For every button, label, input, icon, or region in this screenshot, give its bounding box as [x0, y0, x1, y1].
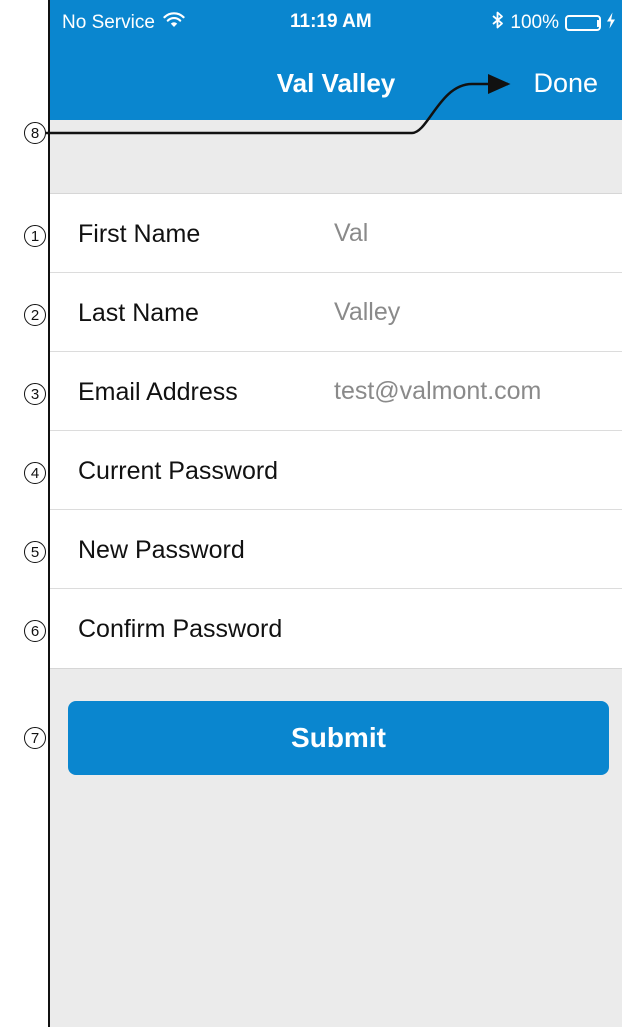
- charging-icon: [606, 12, 616, 35]
- first-name-label: First Name: [78, 220, 201, 248]
- navigation-bar: Val Valley Done: [50, 46, 622, 120]
- done-button[interactable]: Done: [533, 68, 598, 99]
- battery-icon: [565, 15, 601, 31]
- callout-5: 5: [24, 541, 46, 563]
- confirm-password-field[interactable]: [332, 613, 606, 644]
- callout-6: 6: [24, 620, 46, 642]
- last-name-row[interactable]: Last Name: [50, 273, 622, 352]
- callout-7: 7: [24, 727, 46, 749]
- carrier-label: No Service: [62, 11, 155, 33]
- new-password-label: New Password: [78, 536, 245, 564]
- callout-2: 2: [24, 304, 46, 326]
- bluetooth-icon: [492, 11, 504, 35]
- callout-3: 3: [24, 383, 46, 405]
- callout-8: 8: [24, 122, 46, 144]
- confirm-password-label: Confirm Password: [78, 615, 283, 643]
- email-label: Email Address: [78, 378, 238, 406]
- email-field[interactable]: [332, 376, 606, 407]
- battery-percent: 100%: [510, 12, 559, 33]
- current-password-field[interactable]: [332, 455, 606, 486]
- submit-button[interactable]: Submit: [68, 701, 609, 775]
- first-name-row[interactable]: First Name: [50, 194, 622, 273]
- email-row[interactable]: Email Address: [50, 352, 622, 431]
- status-time: 11:19 AM: [290, 11, 372, 32]
- profile-form: First Name Last Name Email Address Curre…: [50, 193, 622, 669]
- confirm-password-row[interactable]: Confirm Password: [50, 589, 622, 668]
- last-name-label: Last Name: [78, 299, 199, 327]
- status-bar: No Service 11:19 AM 100%: [50, 0, 622, 46]
- current-password-row[interactable]: Current Password: [50, 431, 622, 510]
- status-left: No Service: [62, 11, 185, 34]
- first-name-field[interactable]: [332, 218, 606, 249]
- new-password-row[interactable]: New Password: [50, 510, 622, 589]
- callout-1: 1: [24, 225, 46, 247]
- status-right: 100%: [492, 11, 616, 35]
- last-name-field[interactable]: [332, 297, 606, 328]
- new-password-field[interactable]: [332, 534, 606, 565]
- current-password-label: Current Password: [78, 457, 279, 485]
- phone-screen: No Service 11:19 AM 100% Val Valley Done…: [48, 0, 622, 1027]
- callout-4: 4: [24, 462, 46, 484]
- wifi-icon: [163, 11, 185, 34]
- annotated-screenshot: No Service 11:19 AM 100% Val Valley Done…: [0, 0, 622, 1027]
